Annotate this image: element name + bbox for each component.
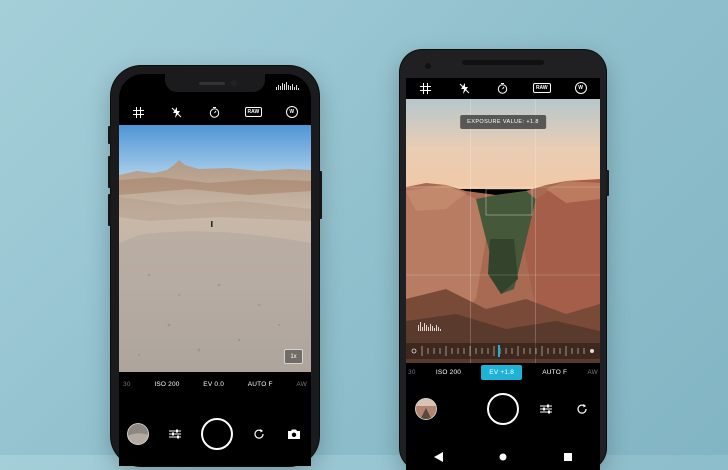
setting-prev[interactable]: 30 — [408, 369, 416, 376]
switch-camera-icon[interactable] — [250, 425, 268, 443]
home-icon[interactable] — [494, 448, 512, 466]
adjust-sliders-icon[interactable] — [537, 400, 555, 418]
earpiece-speaker — [462, 60, 544, 65]
ev-slider-thumb[interactable] — [498, 345, 501, 357]
ev-setting[interactable]: EV 0.0 — [203, 381, 224, 388]
flash-off-icon[interactable] — [168, 103, 186, 121]
gallery-thumbnail[interactable] — [127, 423, 150, 445]
viewfinder[interactable]: EXPOSURE VALUE: +1.8 — [406, 99, 600, 363]
camera-toolbar: RAW W — [406, 78, 600, 98]
white-balance-icon[interactable]: W — [283, 103, 301, 121]
raw-badge: RAW — [244, 107, 263, 117]
power-button — [606, 170, 609, 196]
canyon-photo — [406, 99, 600, 363]
overview-icon[interactable] — [559, 448, 577, 466]
exposure-hint: EXPOSURE VALUE: +1.8 — [460, 115, 546, 129]
grid-icon[interactable] — [129, 103, 147, 121]
desert-photo — [119, 125, 311, 372]
iphone-screen: RAW W 1x 30 ISO 200 EV 0.0 AUTO F AW — [119, 74, 311, 466]
setting-next[interactable]: AW — [296, 381, 307, 388]
white-balance-icon[interactable]: W — [572, 79, 590, 97]
notch — [165, 74, 265, 92]
white-balance-label: W — [285, 106, 298, 118]
gallery-thumbnail[interactable] — [415, 398, 437, 420]
focus-setting[interactable]: AUTO F — [542, 369, 567, 376]
shutter-button[interactable] — [200, 418, 233, 450]
ev-slider[interactable] — [406, 343, 600, 359]
grid-icon[interactable] — [416, 79, 434, 97]
iso-setting[interactable]: ISO 200 — [154, 381, 179, 388]
capture-controls — [119, 414, 311, 454]
volume-up-button — [108, 156, 111, 188]
iso-setting[interactable]: ISO 200 — [436, 369, 461, 376]
viewfinder[interactable]: 1x — [119, 125, 311, 372]
shutter-button[interactable] — [487, 393, 519, 425]
settings-row: 30 ISO 200 EV +1.8 AUTO F AW — [406, 364, 600, 380]
camera-toolbar: RAW W — [119, 99, 311, 125]
raw-toggle[interactable]: RAW — [532, 79, 551, 97]
raw-toggle[interactable]: RAW — [244, 103, 263, 121]
zoom-button[interactable]: 1x — [284, 349, 303, 364]
settings-row: 30 ISO 200 EV 0.0 AUTO F AW — [119, 377, 311, 391]
timer-icon[interactable] — [494, 79, 512, 97]
switch-camera-icon[interactable] — [573, 400, 591, 418]
raw-badge: RAW — [532, 83, 551, 93]
setting-prev[interactable]: 30 — [123, 381, 131, 388]
ev-setting-active[interactable]: EV +1.8 — [481, 364, 523, 380]
iphone-device: RAW W 1x 30 ISO 200 EV 0.0 AUTO F AW — [108, 66, 322, 466]
silent-switch — [108, 126, 111, 144]
timer-icon[interactable] — [206, 103, 224, 121]
camera-mode-icon[interactable] — [285, 425, 303, 443]
capture-controls — [406, 390, 600, 428]
pixel-device: RAW W EXPOSURE VALUE: +1.8 30 ISO 200 EV… — [400, 50, 609, 470]
flash-off-icon[interactable] — [455, 79, 473, 97]
adjust-sliders-icon[interactable] — [166, 425, 184, 443]
status-bar-levels — [276, 82, 299, 90]
ev-slider-track — [411, 346, 594, 356]
volume-down-button — [108, 194, 111, 226]
setting-next[interactable]: AW — [587, 369, 598, 376]
pixel-screen: RAW W EXPOSURE VALUE: +1.8 30 ISO 200 EV… — [406, 78, 600, 470]
android-navbar — [406, 444, 600, 470]
power-button — [319, 171, 322, 219]
focus-setting[interactable]: AUTO F — [248, 381, 273, 388]
front-camera — [425, 63, 431, 69]
back-icon[interactable] — [429, 448, 447, 466]
white-balance-label: W — [574, 82, 587, 94]
